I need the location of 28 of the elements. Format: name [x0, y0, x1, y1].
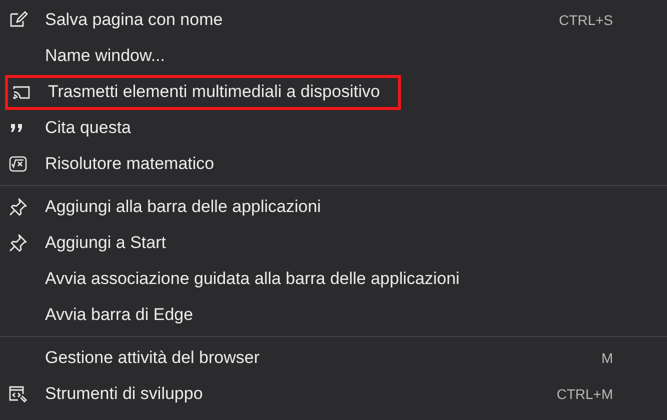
- shortcut-label: CTRL+M: [556, 386, 613, 402]
- menu-item-label[interactable]: Avvia associazione guidata alla barra delle applicazioni: [45, 269, 460, 289]
- menu-row[interactable]: Name window...: [0, 38, 667, 74]
- menu-item-label[interactable]: Avvia barra di Edge: [45, 305, 194, 325]
- menu-row[interactable]: Salva pagina con nome CTRL+S: [0, 2, 667, 38]
- pin-icon: [8, 197, 28, 217]
- menu-item-label[interactable]: Aggiungi alla barra delle applicazioni: [45, 197, 321, 217]
- menu-item-label[interactable]: Name window...: [45, 46, 165, 66]
- menu-row[interactable]: Risolutore matematico: [0, 146, 667, 182]
- menu-row[interactable]: Avvia associazione guidata alla barra delle applicazioni: [0, 261, 667, 297]
- shortcut-label: M: [601, 350, 613, 366]
- pin-icon: [8, 233, 28, 253]
- menu-row[interactable]: Avvia barra di Edge: [0, 297, 667, 333]
- menu-item-label[interactable]: Salva pagina con nome: [45, 10, 223, 30]
- menu-item-label[interactable]: Gestione attività del browser: [45, 348, 260, 368]
- menu-row[interactable]: Cita questa: [0, 110, 667, 146]
- menu-item-label[interactable]: Trasmetti elementi multimediali a dispositivo: [48, 82, 380, 102]
- menu-row[interactable]: Aggiungi alla barra delle applicazioni: [0, 189, 667, 225]
- menu-row[interactable]: Aggiungi a Start: [0, 225, 667, 261]
- shortcut-label: CTRL+S: [558, 12, 613, 28]
- menu-row[interactable]: Gestione attività del browser M: [0, 340, 667, 376]
- menu-item-label[interactable]: Cita questa: [45, 118, 131, 138]
- menu-item-label[interactable]: Aggiungi a Start: [45, 233, 166, 253]
- developer-tools-icon: [8, 384, 28, 404]
- menu-item-label[interactable]: Risolutore matematico: [45, 154, 214, 174]
- menu-row[interactable]: Strumenti di sviluppo CTRL+M: [0, 376, 667, 412]
- math-solver-icon: [8, 154, 28, 174]
- menu-item-label[interactable]: Strumenti di sviluppo: [45, 384, 203, 404]
